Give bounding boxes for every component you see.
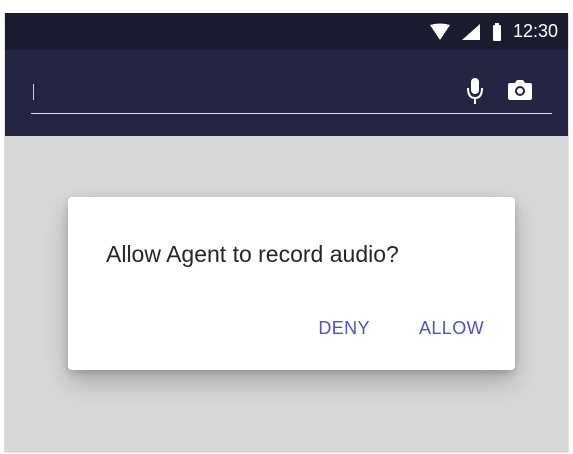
signal-icon [461, 23, 481, 41]
dialog-message: Allow Agent to record audio? [106, 241, 399, 267]
wifi-icon [429, 23, 451, 41]
status-time: 12:30 [512, 21, 558, 41]
search-toolbar [5, 50, 568, 136]
dialog-actions: DENY ALLOW [318, 318, 484, 339]
mic-icon[interactable] [466, 77, 484, 105]
permission-dialog: Allow Agent to record audio? DENY ALLOW [68, 197, 515, 370]
search-input[interactable] [31, 113, 552, 114]
allow-button[interactable]: ALLOW [419, 318, 484, 339]
phone-screen: 12:30 Allow Agent to record audio? DENY … [4, 13, 569, 453]
deny-button[interactable]: DENY [318, 318, 370, 339]
camera-icon[interactable] [507, 78, 533, 102]
battery-icon [491, 22, 503, 42]
search-cursor [33, 84, 34, 100]
status-bar: 12:30 [5, 13, 568, 50]
